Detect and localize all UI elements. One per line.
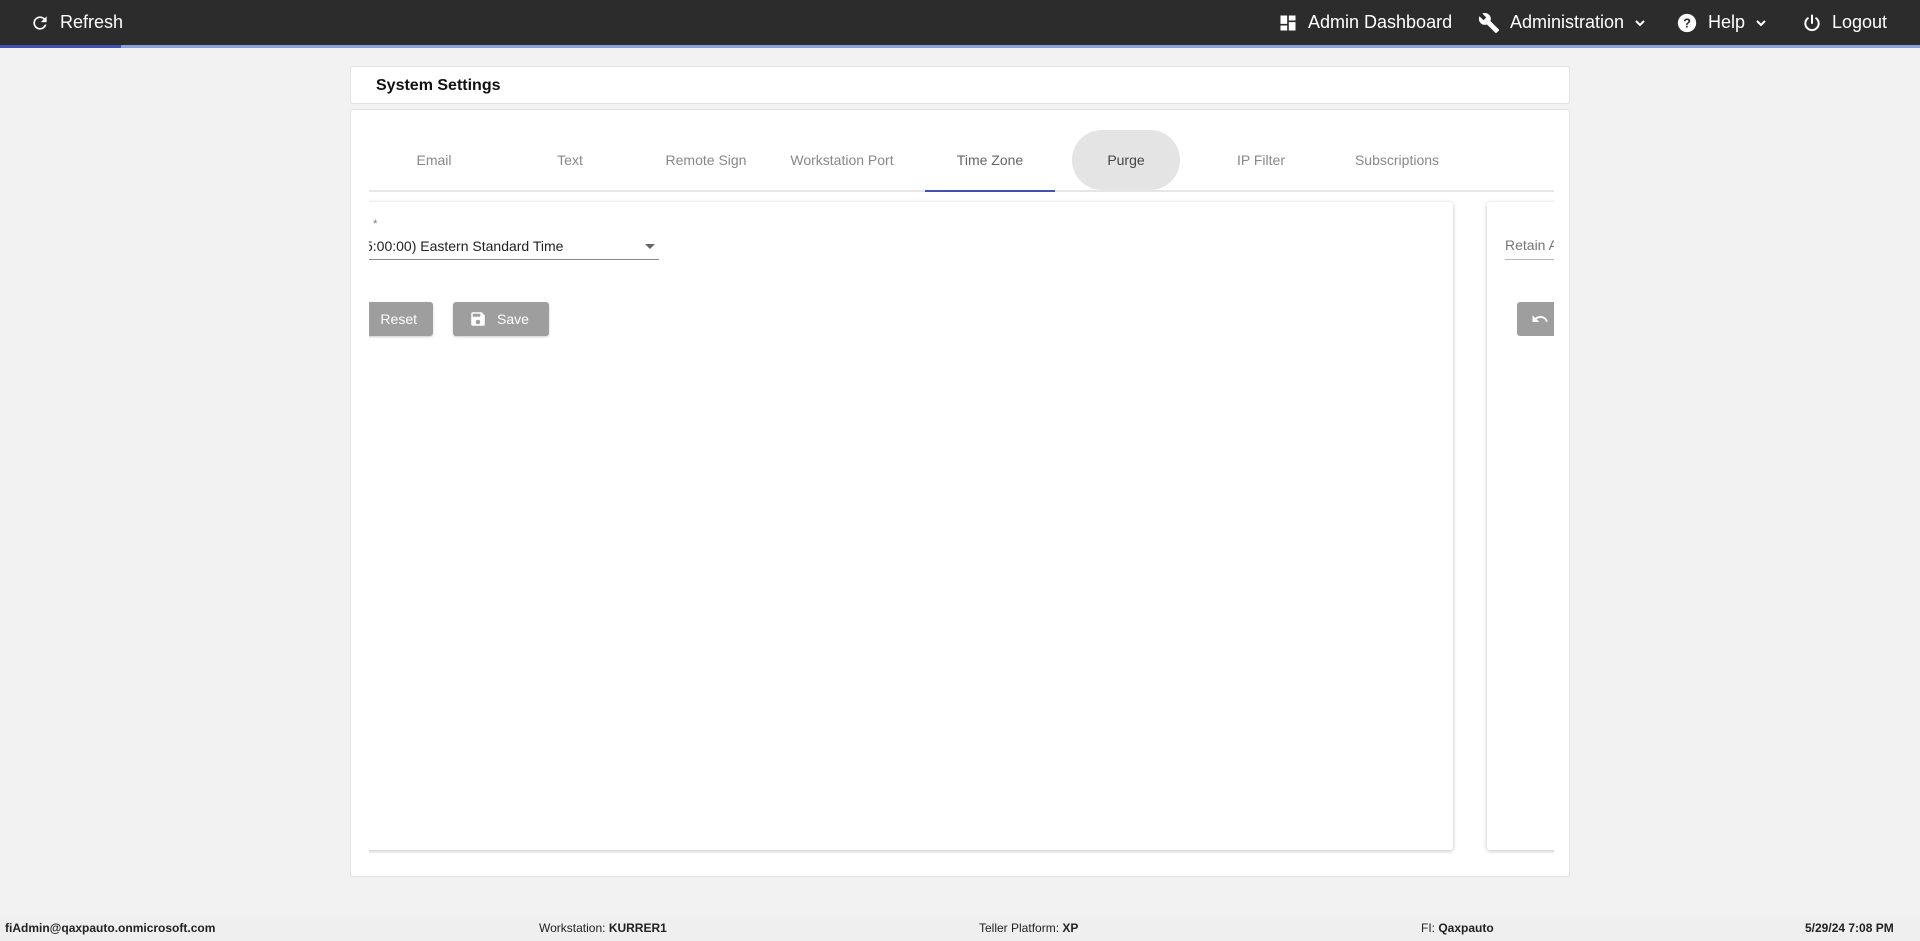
floppy-disk-icon	[471, 312, 485, 326]
tab-remote-sign[interactable]: Remote Sign	[641, 130, 771, 190]
refresh-icon	[33, 15, 47, 30]
help-menu[interactable]: ? Help	[1676, 0, 1767, 45]
tab-subscriptions[interactable]: Subscriptions	[1332, 130, 1462, 190]
tab-workstation-port[interactable]: Workstation Port	[777, 130, 907, 190]
dashboard-icon	[1280, 15, 1296, 30]
tab-time-zone[interactable]: Time Zone	[925, 130, 1055, 192]
chevron-down-icon	[1635, 19, 1645, 26]
time-zone-selected-value: 5:00:00) Eastern Standard Time	[369, 238, 564, 254]
logout-label: Logout	[1832, 12, 1888, 32]
tab-purge[interactable]: Purge	[1072, 130, 1180, 190]
top-navigation-bar: Refresh Admin Dashboard Administration ?…	[0, 0, 1920, 45]
wrench-icon	[1478, 12, 1500, 33]
undo-button[interactable]	[1517, 302, 1554, 336]
save-button[interactable]: Save	[453, 302, 549, 336]
administration-menu[interactable]: Administration	[1478, 0, 1646, 45]
admin-dashboard-label: Admin Dashboard	[1308, 12, 1453, 32]
footer-fi: FI: Qaxpauto	[1421, 921, 1494, 935]
time-zone-select[interactable]: 5:00:00) Eastern Standard Time	[369, 234, 659, 260]
tab-content-viewport: , * 5:00:00) Eastern Standard Time Reset…	[369, 192, 1554, 854]
power-icon	[1804, 14, 1820, 31]
retain-field[interactable]	[1505, 234, 1554, 260]
purge-panel	[1487, 202, 1554, 850]
dropdown-caret-icon	[645, 244, 655, 249]
tab-text[interactable]: Text	[505, 130, 635, 190]
admin-dashboard-link[interactable]: Admin Dashboard	[1278, 0, 1452, 45]
undo-icon	[1532, 315, 1548, 322]
settings-card: Email Text Remote Sign Workstation Port …	[350, 109, 1570, 877]
progress-fill	[0, 45, 121, 48]
footer-user: fiAdmin@qaxpauto.onmicrosoft.com	[5, 921, 216, 935]
page-header-card: System Settings	[350, 66, 1570, 104]
footer-datetime: 5/29/24 7:08 PM	[1805, 921, 1894, 935]
reset-button[interactable]: Reset	[369, 302, 433, 336]
tab-email[interactable]: Email	[369, 130, 499, 190]
refresh-label: Refresh	[60, 12, 124, 32]
refresh-button[interactable]: Refresh	[30, 0, 123, 45]
status-footer: fiAdmin@qaxpauto.onmicrosoft.com Worksta…	[0, 916, 1920, 941]
footer-workstation: Workstation: KURRER1	[539, 921, 667, 935]
time-zone-panel: , * 5:00:00) Eastern Standard Time Reset…	[369, 202, 1453, 850]
loading-progress-bar	[0, 45, 1920, 48]
save-label: Save	[497, 311, 529, 327]
help-circle-icon: ?	[1677, 13, 1697, 32]
chevron-down-icon	[1756, 19, 1766, 26]
settings-tabs: Email Text Remote Sign Workstation Port …	[369, 130, 1554, 192]
logout-button[interactable]: Logout	[1802, 0, 1887, 45]
administration-label: Administration	[1510, 12, 1625, 32]
retain-input[interactable]	[1505, 237, 1554, 253]
help-label: Help	[1708, 12, 1746, 32]
time-zone-field-label: , *	[369, 218, 378, 230]
svg-text:?: ?	[1683, 15, 1691, 30]
page-title: System Settings	[376, 77, 501, 94]
reset-label: Reset	[380, 311, 417, 327]
tab-ip-filter[interactable]: IP Filter	[1196, 130, 1326, 190]
footer-teller-platform: Teller Platform: XP	[979, 921, 1079, 935]
